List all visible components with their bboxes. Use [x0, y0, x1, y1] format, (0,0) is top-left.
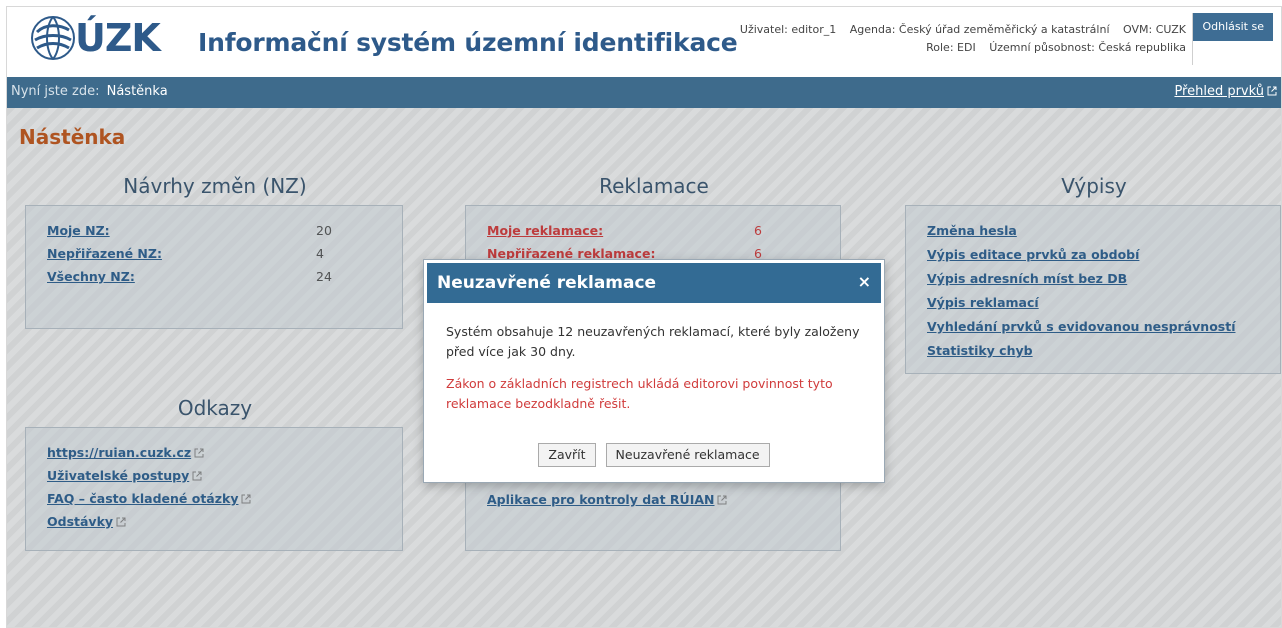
breadcrumb: Nyní jste zde: Nástěnka	[11, 84, 168, 99]
dialog-warning: Zákon o základních registrech ukládá edi…	[446, 376, 833, 411]
external-link-icon	[1267, 86, 1277, 96]
logo-text: ÚZK	[75, 16, 161, 60]
role: Role: EDI	[926, 41, 976, 54]
breadcrumb-prefix: Nyní jste zde:	[11, 84, 100, 99]
app-title: Informační systém územní identifikace	[198, 28, 738, 57]
ovm: OVM: CUZK	[1123, 23, 1186, 36]
user-name: Uživatel: editor_1	[739, 23, 837, 36]
open-complaints-button[interactable]: Neuzavřené reklamace	[605, 443, 770, 467]
unclosed-complaints-dialog: Neuzavřené reklamace × Systém obsahuje 1…	[423, 259, 885, 483]
dialog-header: Neuzavřené reklamace ×	[427, 263, 881, 303]
app-frame: ÚZK Informační systém územní identifikac…	[6, 6, 1282, 628]
breadcrumb-current: Nástěnka	[106, 84, 168, 99]
dialog-footer: Zavřít Neuzavřené reklamace	[424, 443, 884, 467]
agenda: Agenda: Český úřad zeměměřický a katastr…	[849, 23, 1110, 36]
close-button[interactable]: Zavřít	[538, 443, 596, 467]
cuzk-logo[interactable]: ÚZK	[29, 14, 161, 62]
dialog-message: Systém obsahuje 12 neuzavřených reklamac…	[446, 324, 860, 359]
dialog-title: Neuzavřené reklamace	[437, 273, 657, 293]
close-icon[interactable]: ×	[858, 274, 871, 290]
header: ÚZK Informační systém územní identifikac…	[7, 7, 1281, 77]
territory: Územní působnost: Česká republika	[989, 41, 1186, 54]
logout-button[interactable]: Odhlásit se	[1193, 13, 1273, 41]
dialog-body: Systém obsahuje 12 neuzavřených reklamac…	[446, 322, 871, 414]
overview-link-label: Přehled prvků	[1174, 84, 1264, 99]
user-info: Uživatel: editor_1 Agenda: Český úřad ze…	[730, 21, 1186, 57]
cuzk-logo-icon	[31, 16, 75, 60]
nav-bar: Nyní jste zde: Nástěnka Přehled prvků	[7, 77, 1281, 108]
overview-link[interactable]: Přehled prvků	[1174, 84, 1277, 99]
